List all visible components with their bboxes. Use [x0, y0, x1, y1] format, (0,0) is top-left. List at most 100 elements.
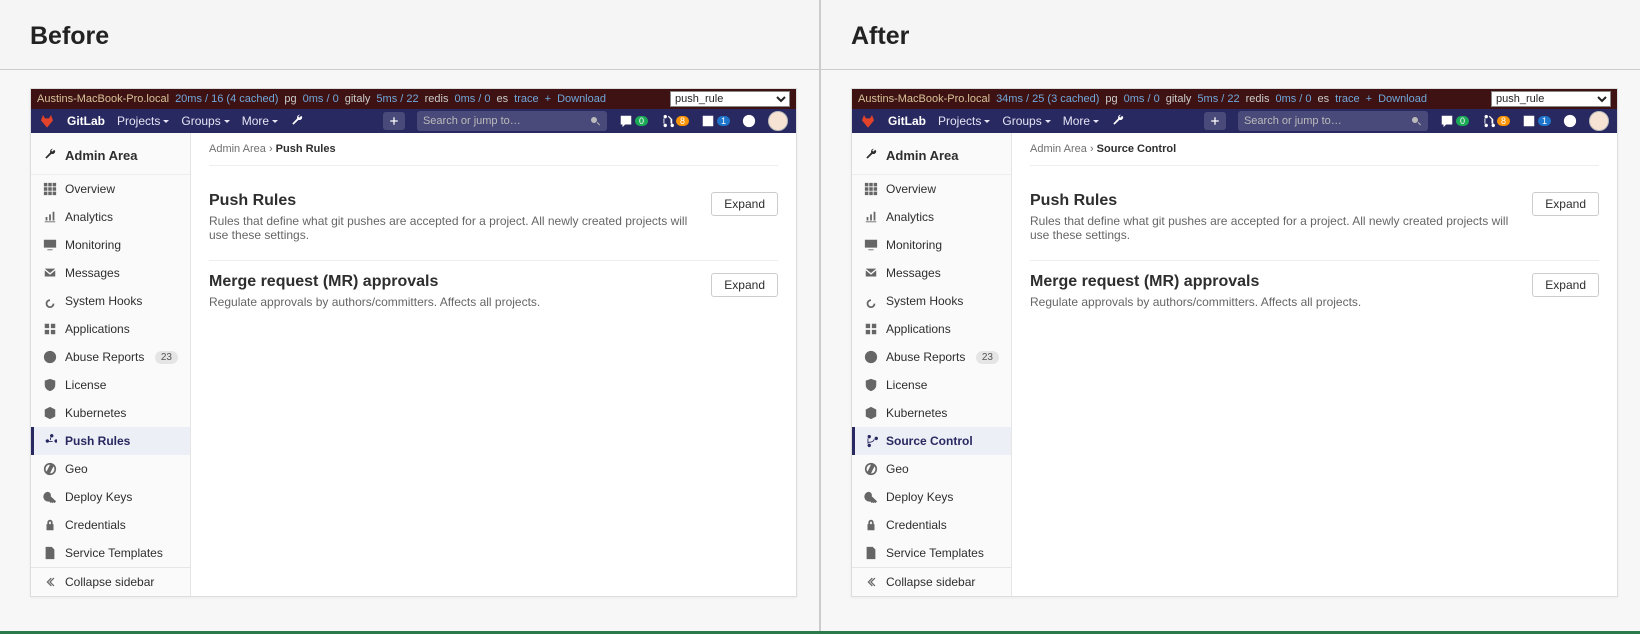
top-nav: GitLab Projects Groups More Search or ju… [852, 109, 1617, 133]
sidebar-item-service-templates[interactable]: Service Templates [31, 539, 190, 567]
sidebar-item-source-control[interactable]: Source Control [852, 427, 1011, 455]
wrench-icon [864, 147, 878, 164]
sidebar-item-system-hooks[interactable]: System Hooks [31, 287, 190, 315]
sidebar-item-service-templates[interactable]: Service Templates [852, 539, 1011, 567]
crumb-root[interactable]: Admin Area [1030, 143, 1087, 155]
nav-more[interactable]: More [1063, 114, 1099, 128]
nav-merge-requests[interactable]: 8 [660, 114, 689, 128]
sidebar-item-abuse-reports[interactable]: Abuse Reports23 [31, 343, 190, 371]
nav-search[interactable]: Search or jump to… [417, 111, 607, 131]
sidebar-item-overview[interactable]: Overview [31, 175, 190, 203]
hook-icon [43, 294, 57, 308]
sidebar-collapse[interactable]: Collapse sidebar [852, 567, 1011, 596]
comparison-container: Before Austins-MacBook-Pro.local 20ms / … [0, 0, 1640, 634]
perf-pg-label: pg [1105, 93, 1117, 105]
expand-button[interactable]: Expand [1532, 192, 1599, 216]
gitlab-logo-icon[interactable] [39, 113, 55, 129]
gitlab-logo-icon[interactable] [860, 113, 876, 129]
perf-download-link[interactable]: Download [557, 93, 606, 105]
sidebar-item-license[interactable]: License [852, 371, 1011, 399]
app-frame-before: Austins-MacBook-Pro.local 20ms / 16 (4 c… [30, 88, 797, 597]
sidebar-item-analytics[interactable]: Analytics [31, 203, 190, 231]
perf-bar: Austins-MacBook-Pro.local 20ms / 16 (4 c… [31, 89, 796, 109]
sidebar-item-deploy-keys[interactable]: Deploy Keys [852, 483, 1011, 511]
perf-redis-metrics[interactable]: 0ms / 0 [454, 93, 490, 105]
sidebar-item-deploy-keys[interactable]: Deploy Keys [31, 483, 190, 511]
perf-pg-metrics[interactable]: 0ms / 0 [303, 93, 339, 105]
perf-plus[interactable]: + [545, 93, 551, 105]
perf-redis-metrics[interactable]: 0ms / 0 [1275, 93, 1311, 105]
hook-icon [864, 294, 878, 308]
doc-icon [43, 546, 57, 560]
crumb-root[interactable]: Admin Area [209, 143, 266, 155]
chart-icon [864, 210, 878, 224]
section-title: Merge request (MR) approvals [209, 273, 691, 291]
perf-pg-metrics[interactable]: 0ms / 0 [1124, 93, 1160, 105]
admin-wrench-icon[interactable] [1111, 113, 1125, 130]
perf-plus[interactable]: + [1366, 93, 1372, 105]
sidebar-collapse[interactable]: Collapse sidebar [31, 567, 190, 596]
sidebar-item-messages[interactable]: Messages [852, 259, 1011, 287]
brand-name[interactable]: GitLab [888, 114, 926, 128]
nav-groups[interactable]: Groups [181, 114, 229, 128]
sidebar-item-messages[interactable]: Messages [31, 259, 190, 287]
expand-button[interactable]: Expand [711, 192, 778, 216]
sidebar-item-geo[interactable]: Geo [31, 455, 190, 483]
license-icon [864, 378, 878, 392]
expand-button[interactable]: Expand [711, 273, 778, 297]
sidebar-item-monitoring[interactable]: Monitoring [852, 231, 1011, 259]
nav-todos[interactable]: 1 [1522, 114, 1551, 128]
perf-download-link[interactable]: Download [1378, 93, 1427, 105]
section-title: Push Rules [1030, 192, 1512, 210]
sidebar-item-license[interactable]: License [31, 371, 190, 399]
sidebar-item-kubernetes[interactable]: Kubernetes [852, 399, 1011, 427]
nav-projects[interactable]: Projects [938, 114, 990, 128]
nav-issues[interactable]: 0 [1440, 114, 1469, 128]
brand-name[interactable]: GitLab [67, 114, 105, 128]
perf-gitaly-metrics[interactable]: 5ms / 22 [1197, 93, 1239, 105]
sidebar-item-overview[interactable]: Overview [852, 175, 1011, 203]
perf-gitaly-label: gitaly [345, 93, 371, 105]
nav-todos[interactable]: 1 [701, 114, 730, 128]
sidebar-item-analytics[interactable]: Analytics [852, 203, 1011, 231]
nav-projects[interactable]: Projects [117, 114, 169, 128]
perf-main-metrics[interactable]: 20ms / 16 (4 cached) [175, 93, 278, 105]
branch-icon [864, 434, 878, 448]
nav-search[interactable]: Search or jump to… [1238, 111, 1428, 131]
nav-help[interactable] [1563, 114, 1577, 128]
user-avatar[interactable] [1589, 111, 1609, 131]
user-avatar[interactable] [768, 111, 788, 131]
sidebar-item-geo[interactable]: Geo [852, 455, 1011, 483]
perf-route-select[interactable]: push_rule [1491, 91, 1611, 107]
nav-help[interactable] [742, 114, 756, 128]
sidebar-item-kubernetes[interactable]: Kubernetes [31, 399, 190, 427]
expand-button[interactable]: Expand [1532, 273, 1599, 297]
sidebar-item-system-hooks[interactable]: System Hooks [852, 287, 1011, 315]
push-rules-icon [43, 434, 57, 448]
sidebar-item-credentials[interactable]: Credentials [31, 511, 190, 539]
sidebar-item-push-rules[interactable]: Push Rules [31, 427, 190, 455]
sidebar-item-applications[interactable]: Applications [852, 315, 1011, 343]
nav-groups[interactable]: Groups [1002, 114, 1050, 128]
sidebar-item-credentials[interactable]: Credentials [852, 511, 1011, 539]
perf-main-metrics[interactable]: 34ms / 25 (3 cached) [996, 93, 1099, 105]
sidebar-item-applications[interactable]: Applications [31, 315, 190, 343]
nav-new-button[interactable] [383, 112, 405, 130]
nav-issues[interactable]: 0 [619, 114, 648, 128]
perf-trace-link[interactable]: trace [1335, 93, 1359, 105]
sidebar-header[interactable]: Admin Area [852, 137, 1011, 175]
perf-es-label: es [1318, 93, 1330, 105]
wrench-icon [43, 147, 57, 164]
admin-wrench-icon[interactable] [290, 113, 304, 130]
doc-icon [864, 546, 878, 560]
crumb-current: Push Rules [276, 143, 336, 155]
perf-gitaly-metrics[interactable]: 5ms / 22 [376, 93, 418, 105]
nav-more[interactable]: More [242, 114, 278, 128]
perf-route-select[interactable]: push_rule [670, 91, 790, 107]
perf-trace-link[interactable]: trace [514, 93, 538, 105]
sidebar-item-monitoring[interactable]: Monitoring [31, 231, 190, 259]
sidebar-item-abuse-reports[interactable]: Abuse Reports23 [852, 343, 1011, 371]
sidebar-header[interactable]: Admin Area [31, 137, 190, 175]
nav-new-button[interactable] [1204, 112, 1226, 130]
nav-merge-requests[interactable]: 8 [1481, 114, 1510, 128]
